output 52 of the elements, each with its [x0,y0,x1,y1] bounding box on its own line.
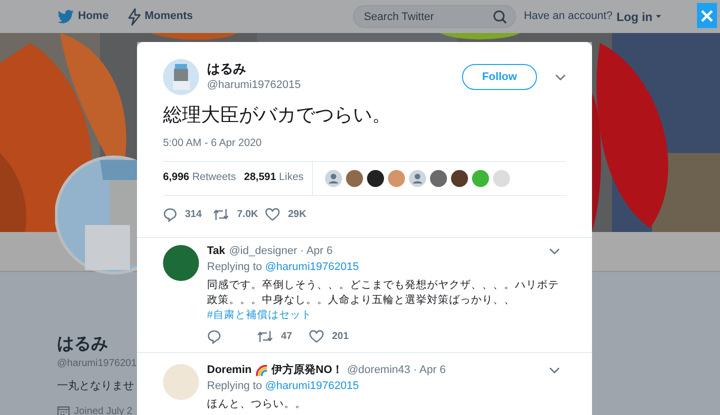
account-prompt: Have an account? [524,9,613,24]
heart-icon [309,329,324,344]
avatar[interactable] [324,170,342,187]
like-action[interactable]: 201 [309,328,361,344]
tweet-text: 総理大臣がバカでつらい。 [163,104,392,128]
retweet-icon [213,206,229,222]
chevron-down-icon [549,366,560,374]
mention-link[interactable]: @harumi19762015 [265,380,359,392]
profile-handle: @harumi1976201 [57,357,137,371]
caret-icon [656,15,661,18]
calendar-icon [57,404,70,415]
heart-icon [265,207,280,222]
replying-to: Replying to @harumi19762015 [207,379,360,394]
reply-icon [163,206,177,222]
close-button[interactable] [697,3,717,28]
hashtag-link[interactable]: #自粛と補償はセット [207,308,312,323]
tweet-time: 5:00 AM - 6 Apr 2020 [163,136,263,151]
profile-name: はるみ [57,333,108,355]
follow-button[interactable]: Follow [462,64,537,90]
like-action[interactable]: 29K [265,206,317,222]
reply-action[interactable]: 314 [163,206,213,222]
avatar [163,59,199,95]
user-name: はるみ [207,60,247,78]
reply-author[interactable]: Doremin [207,362,252,378]
replying-to: Replying to @harumi19762015 [207,260,360,276]
chevron-down-icon [555,74,566,80]
reply-text: ほんと、つらい。。 [207,396,307,412]
avatar[interactable] [408,170,426,187]
close-icon [700,8,714,22]
avatar [163,364,199,400]
retweet-count[interactable]: 6,996 Retweets [163,170,236,186]
retweet-icon [257,328,273,344]
reply-icon [207,328,221,344]
search-icon [492,10,507,24]
mention-link[interactable]: @harumi19762015 [265,261,359,274]
nav-link[interactable]: Moments [126,8,193,26]
like-count[interactable]: 28,591 Likes [244,170,304,186]
reply-author-note: 伊方原発NO！ [272,362,344,378]
reply-handle-date: @id_designer · Apr 6 [229,244,333,259]
retweet-action[interactable]: 47 [257,328,309,344]
reply-handle-date: @doremin43 · Apr 6 [347,362,446,378]
bird-icon [57,9,74,24]
retweet-action[interactable]: 7.0K [213,206,265,222]
user-handle: @harumi19762015 [207,78,301,94]
profile-bio: 一丸となりませ [57,379,134,394]
search-field[interactable]: Search Twitter [352,5,516,28]
login-link[interactable]: Log in [616,8,661,26]
lightning-icon [126,8,141,26]
chevron-down-icon [549,248,560,254]
reply-text: 同感です。卒倒しそう、、。どこまでも発想がヤクザ、、、。ハリボテ政策。。。中身なし。。人命より五輪と選挙対策ばっかり、、 [207,278,560,308]
nav-link[interactable]: Home [57,8,109,25]
reply-author[interactable]: Tak [207,242,226,260]
